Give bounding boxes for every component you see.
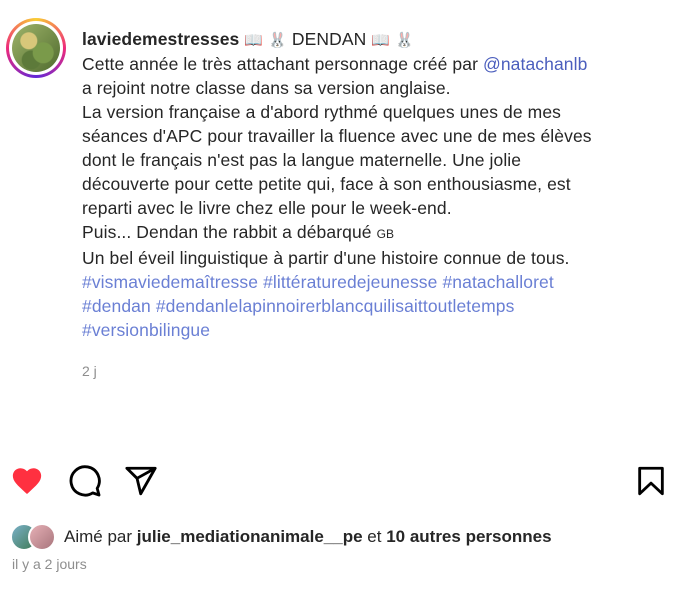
heart-icon [12,468,42,495]
caption-header-line: laviedemestresses 📖 🐰 DENDAN 📖 🐰 [82,27,667,52]
post-caption: laviedemestresses 📖 🐰 DENDAN 📖 🐰 Cette a… [82,27,667,342]
like-button[interactable] [10,464,44,498]
caption-line: reparti avec le livre chez elle pour le … [82,198,452,218]
avatar-border [9,21,63,75]
caption-text: Puis... Dendan the rabbit a débarqué [82,222,377,242]
caption-line: La version française a d'abord rythmé qu… [82,102,562,122]
author-username[interactable]: laviedemestresses [82,29,239,49]
liked-by-middle: et [362,527,387,546]
hashtag-link[interactable]: #versionbilingue [82,320,210,340]
caption-line: Puis... Dendan the rabbit a débarqué GB [82,220,667,246]
rabbit-emoji-icon: 🐰 [395,31,414,49]
caption-line: séances d'APC pour travailler la fluence… [82,126,592,146]
author-avatar[interactable] [6,18,66,78]
paper-plane-icon [125,466,157,496]
book-emoji-icon: 📖 [244,31,264,49]
hashtag-link[interactable]: #dendanlelapinnoirerblancquilisaittoutle… [156,296,515,316]
mention-link[interactable]: @natachanlb [483,54,588,74]
caption-line: découverte pour cette petite qui, face à… [82,174,571,194]
avatar-photo [12,24,60,72]
hashtag-link[interactable]: #littératuredejeunesse [263,272,437,292]
rabbit-emoji-icon: 🐰 [268,31,287,49]
liker-username[interactable]: julie_mediationanimale__pe [137,527,363,546]
caption-line: dont le français n'est pas la langue mat… [82,150,522,170]
caption-header-extra: DENDAN [291,29,367,49]
book-emoji-icon: 📖 [371,31,391,49]
other-likers-link[interactable]: 10 autres personnes [386,527,551,546]
hashtag-link[interactable]: #dendan [82,296,151,316]
comment-button[interactable] [68,464,102,498]
gb-flag-label: GB [376,227,395,241]
liked-by-row: Aimé par julie_mediationanimale__pe et 1… [10,523,552,551]
bookmark-icon [638,466,664,496]
caption-text: Cette année le très attachant personnage… [82,54,483,74]
instagram-post: laviedemestresses 📖 🐰 DENDAN 📖 🐰 Cette a… [0,0,676,596]
liked-by-prefix: Aimé par [64,527,137,546]
hashtag-row: #versionbilingue [82,318,667,342]
liked-by-text: Aimé par julie_mediationanimale__pe et 1… [64,527,552,547]
share-button[interactable] [124,464,158,498]
hashtag-link[interactable]: #vismaviedemaîtresse [82,272,258,292]
post-date: il y a 2 jours [12,556,87,572]
hashtag-row: #dendan #dendanlelapinnoirerblancquilisa… [82,294,667,318]
caption-line: a rejoint notre classe dans sa version a… [82,78,451,98]
hashtag-link[interactable]: #natachalloret [442,272,553,292]
hashtag-row: #vismaviedemaîtresse #littératuredejeune… [82,270,667,294]
caption-line: Un bel éveil linguistique à partir d'une… [82,248,570,268]
caption-line: Cette année le très attachant personnage… [82,52,667,76]
comment-time-ago: 2 j [82,363,97,379]
comment-icon [69,465,101,497]
liker-avatar[interactable] [28,523,56,551]
save-button[interactable] [634,464,668,498]
